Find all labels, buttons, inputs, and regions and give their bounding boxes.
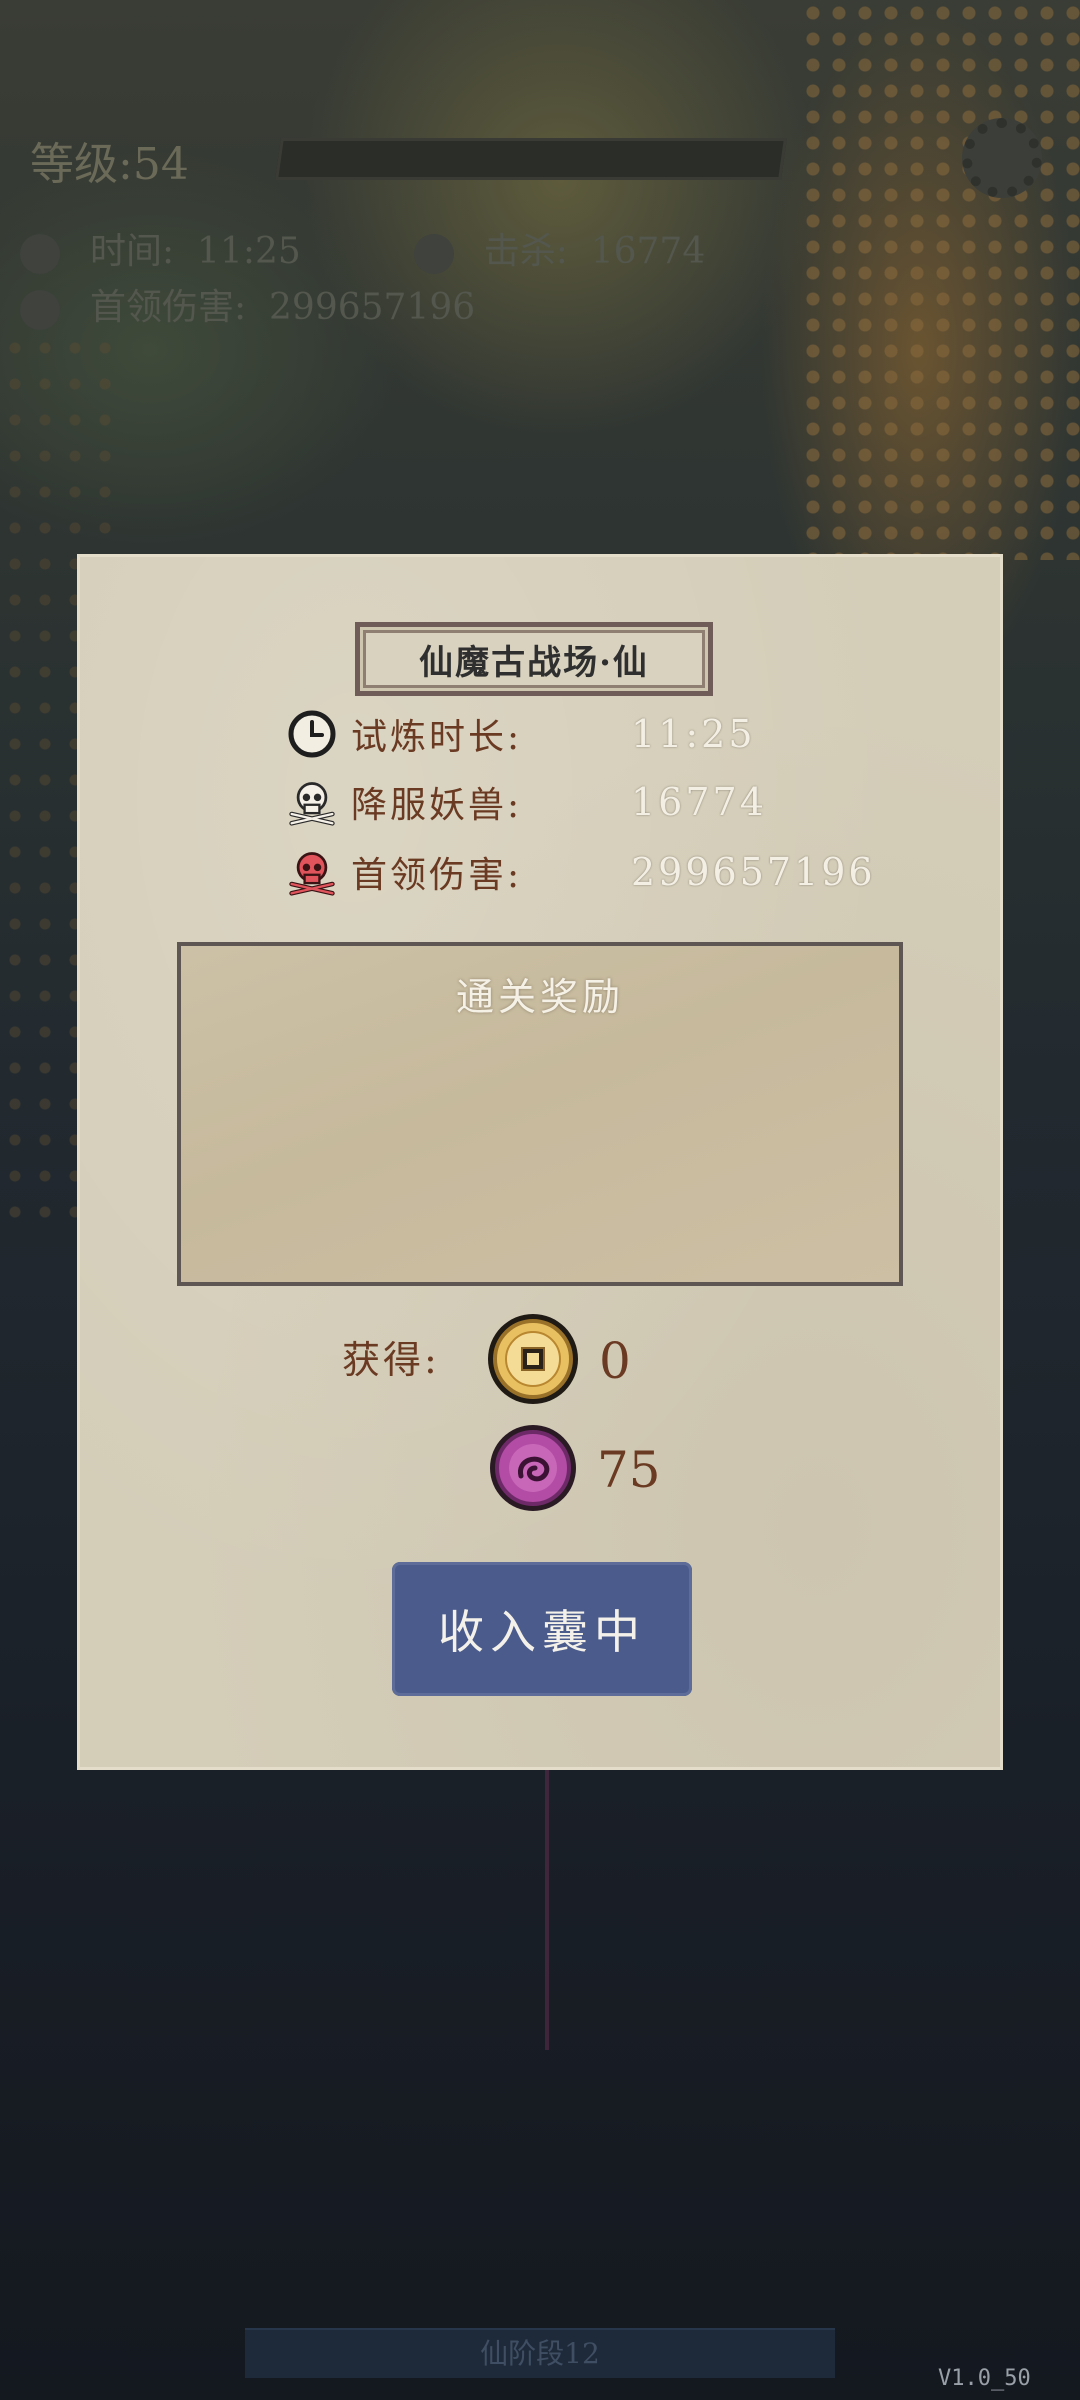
stat-label: 试炼时长: <box>351 717 523 758</box>
stat-label: 降服妖兽: <box>351 785 523 826</box>
stat-value: 16774 <box>631 780 767 824</box>
hud-boss-row: 首领伤害: 299657196 <box>20 278 475 330</box>
stat-boss-damage: 首领伤害: 299657196 <box>287 844 876 900</box>
enemy-swarm <box>800 0 1080 560</box>
resource-amount: 0 <box>599 1332 631 1390</box>
battle-result-panel: 仙魔古战场·仙 试炼时长: 11:25 降服妖兽: 16774 首领伤害: 29… <box>77 554 1003 1770</box>
stat-monsters-subdued: 降服妖兽: 16774 <box>287 774 767 830</box>
hud-kills-value: 16774 <box>590 231 706 272</box>
experience-bar <box>275 138 787 180</box>
clock-icon <box>20 234 60 274</box>
panel-title: 仙魔古战场·仙 <box>355 622 713 696</box>
hud-time-row: 时间: 11:25 击杀: 16774 <box>20 222 705 274</box>
resource-copper-coin: 0 <box>485 1311 631 1411</box>
stat-value: 11:25 <box>631 712 756 756</box>
red-skull-icon <box>20 290 60 330</box>
clear-rewards-box: 通关奖励 <box>177 942 903 1286</box>
version-label: V1.0_50 <box>938 2366 1031 2391</box>
hud-kills-label: 击杀: <box>483 231 568 272</box>
rewards-title: 通关奖励 <box>455 975 624 1019</box>
settings-gear-icon[interactable] <box>962 118 1042 198</box>
red-skull-icon <box>287 847 337 897</box>
clock-icon <box>287 709 337 759</box>
skull-icon <box>287 777 337 827</box>
stat-label: 首领伤害: <box>351 855 523 896</box>
stat-trial-duration: 试炼时长: 11:25 <box>287 706 756 762</box>
resource-spirit-orb: 75 <box>487 1422 661 1518</box>
stage-label: 仙阶段12 <box>245 2328 835 2378</box>
hud-time-label: 时间: <box>90 231 175 272</box>
copper-coin-icon <box>485 1311 581 1411</box>
hud-boss-label: 首领伤害: <box>90 287 247 328</box>
hud-time-value: 11:25 <box>197 231 301 272</box>
collect-rewards-button[interactable]: 收入囊中 <box>392 1562 692 1696</box>
hud-boss-value: 299657196 <box>269 287 476 328</box>
level-indicator: 等级:54 <box>30 139 189 190</box>
skull-icon <box>413 234 454 274</box>
stat-value: 299657196 <box>631 850 876 894</box>
obtain-label: 获得: <box>342 1338 440 1382</box>
purple-spirit-orb-icon <box>487 1422 579 1518</box>
resource-amount: 75 <box>597 1441 661 1499</box>
